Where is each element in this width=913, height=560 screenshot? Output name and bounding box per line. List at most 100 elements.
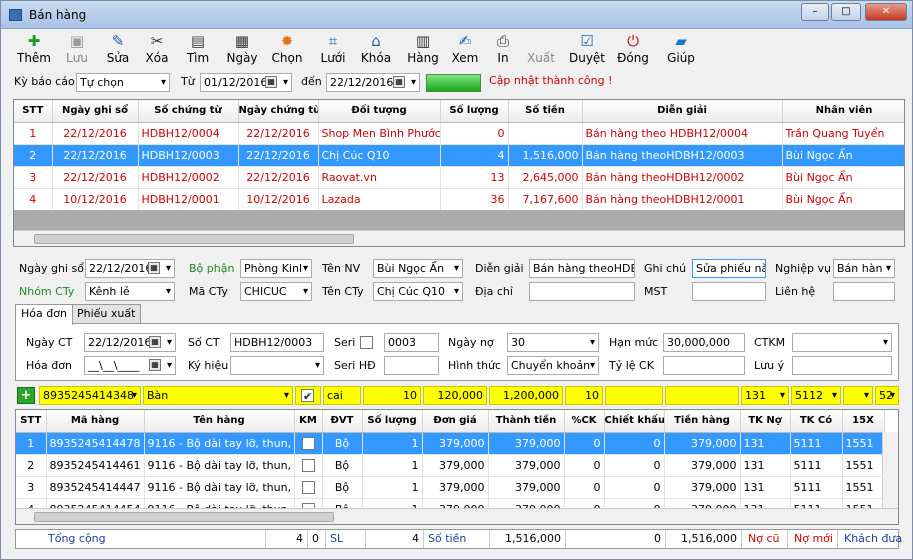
scroll-thumb[interactable]	[34, 234, 354, 244]
staff-name-select[interactable]: Bùi Ngọc Ẩn	[373, 259, 463, 278]
toolbar-tim-button[interactable]: ▤ Tìm	[179, 32, 217, 68]
table-row[interactable]: 2 22/12/2016 HDBH12/0003 22/12/2016 Chị Cúc …	[14, 144, 904, 167]
table-row[interactable]: 3 22/12/2016 HDBH12/0002 22/12/2016 Raovat.v…	[14, 166, 904, 189]
add-line-icon[interactable]: +	[17, 387, 35, 404]
new-debt-button[interactable]: Nợ mới	[790, 530, 838, 548]
table-row[interactable]: 4 10/12/2016 HDBH12/0001 10/12/2016 Lazada 36…	[14, 188, 904, 211]
unit-price-input[interactable]: 120,000	[423, 386, 487, 405]
horizontal-scrollbar[interactable]	[14, 230, 904, 246]
calendar-icon[interactable]: ▦	[149, 336, 161, 348]
column-header[interactable]: Thành tiền	[488, 410, 565, 433]
calendar-icon[interactable]: ▦	[265, 76, 277, 88]
address-input[interactable]	[529, 282, 635, 301]
toolbar-luoi-button[interactable]: ⌗ Lưới	[315, 32, 351, 68]
credit-account-select[interactable]: 5112	[791, 386, 841, 405]
column-header[interactable]: %CK	[564, 410, 605, 433]
contact-input[interactable]	[833, 282, 895, 301]
toolbar-khoa-button[interactable]: ⌂ Khóa	[357, 32, 395, 68]
operation-select[interactable]: Bán hàn	[833, 259, 895, 278]
serial-checkbox[interactable]	[360, 336, 373, 349]
credit-limit-input[interactable]: 30,000,000	[663, 333, 745, 352]
column-header[interactable]: Mã hàng	[46, 410, 145, 433]
column-header[interactable]: KM	[294, 410, 323, 433]
due-days-select[interactable]: 30	[507, 333, 599, 352]
column-header[interactable]: Diễn giải	[582, 100, 783, 123]
description-input[interactable]: Bán hàng theoHDBH	[529, 259, 635, 278]
voucher-number-input[interactable]: HDBH12/0003	[230, 333, 324, 352]
table-row[interactable]: 1 22/12/2016 HDBH12/0004 22/12/2016 Shop Men…	[14, 122, 904, 145]
report-period-select[interactable]: Tự chọn	[76, 73, 170, 92]
column-header[interactable]: Số chứng từ	[138, 100, 239, 123]
remark-input[interactable]	[792, 356, 892, 375]
column-header[interactable]: TK Có	[790, 410, 843, 433]
column-header[interactable]: Đối tượng	[318, 100, 441, 123]
column-header[interactable]: STT	[14, 100, 53, 123]
old-debt-button[interactable]: Nợ cũ	[744, 530, 788, 548]
table-row[interactable]: 2 8935245414461 9116 - Bộ dài tay lỡ, thun…	[16, 454, 885, 477]
vertical-scrollbar[interactable]	[882, 432, 898, 508]
column-header[interactable]: Số tiền	[508, 100, 583, 123]
column-header[interactable]: Đơn giá	[422, 410, 489, 433]
scroll-thumb[interactable]	[34, 512, 334, 522]
promo-checkbox[interactable]	[301, 459, 315, 472]
payment-method-select[interactable]: Chuyển khoản	[507, 356, 599, 375]
promo-checkbox[interactable]	[301, 388, 314, 404]
calendar-icon[interactable]: ▦	[149, 359, 161, 371]
voucher-date-picker[interactable]: 22/12/2016 ▦	[84, 333, 176, 352]
quantity-input[interactable]: 10	[363, 386, 421, 405]
table-row[interactable]: 3 8935245414447 9116 - Bộ dài tay lỡ, thun…	[16, 476, 885, 499]
column-header[interactable]: STT	[16, 410, 47, 433]
promo-cell[interactable]	[295, 386, 321, 405]
close-button[interactable]: ✕	[865, 3, 907, 21]
table-row[interactable]: 1 8935245414478 9116 - Bộ dài tay lỡ, thun…	[16, 432, 885, 455]
toolbar-hang-button[interactable]: ▥ Hàng	[403, 32, 443, 68]
column-header[interactable]: 15X	[842, 410, 885, 433]
toolbar-xoa-button[interactable]: ✂ Xóa	[141, 32, 173, 68]
col15-select[interactable]: 52	[875, 386, 899, 405]
to-date-picker[interactable]: 22/12/2016 ▦	[326, 73, 420, 92]
column-header[interactable]: ĐVT	[322, 410, 363, 433]
toolbar-xuat-button[interactable]: Xuất	[523, 32, 559, 68]
toolbar-dong-button[interactable]: ⏻ Đóng	[615, 32, 651, 68]
discount-percent-input[interactable]: 10	[565, 386, 603, 405]
toolbar-sua-button[interactable]: ✎ Sửa	[101, 32, 135, 68]
company-code-select[interactable]: CHICUC	[240, 282, 312, 301]
toolbar-them-button[interactable]: ✚ Thêm	[15, 32, 53, 68]
extra-account-select[interactable]	[843, 386, 873, 405]
toolbar-luu-button[interactable]: ▣ Lưu	[59, 32, 95, 68]
customer-paid-button[interactable]: Khách đưa	[840, 530, 902, 548]
column-header[interactable]: TK Nợ	[740, 410, 791, 433]
column-header[interactable]: Ngày chứng từ	[238, 100, 319, 123]
note-input[interactable]: Sửa phiếu này	[692, 259, 766, 278]
unit-input[interactable]: cai	[323, 386, 361, 405]
column-header[interactable]: Ngày ghi sổ	[52, 100, 139, 123]
maximize-button[interactable]: □	[831, 3, 861, 21]
column-header[interactable]: Nhân viên	[782, 100, 904, 123]
toolbar-chon-button[interactable]: ✹ Chọn	[267, 32, 307, 68]
discount-rate-input[interactable]	[663, 356, 745, 375]
horizontal-scrollbar[interactable]	[16, 508, 898, 524]
column-header[interactable]: Số lượng	[440, 100, 509, 123]
toolbar-xem-button[interactable]: ✍ Xem	[449, 32, 481, 68]
minimize-button[interactable]: –	[801, 3, 829, 21]
promo-checkbox[interactable]	[301, 481, 315, 494]
item-name-select[interactable]: Bàn	[143, 386, 293, 405]
net-amount-input[interactable]	[665, 386, 739, 405]
tab-delivery-note[interactable]: Phiếu xuất	[71, 304, 142, 324]
debit-account-select[interactable]: 131	[741, 386, 789, 405]
toolbar-duyet-button[interactable]: ☑ Duyệt	[567, 32, 607, 68]
company-group-select[interactable]: Kênh lẻ	[85, 282, 175, 301]
toolbar-ngay-button[interactable]: ▦ Ngày	[223, 32, 261, 68]
posting-date-picker[interactable]: 22/12/2016 ▦	[85, 259, 175, 278]
tax-code-input[interactable]	[692, 282, 766, 301]
invoice-date-picker[interactable]: __\__\____ ▦	[84, 356, 176, 375]
promo-checkbox[interactable]	[301, 437, 315, 450]
calendar-icon[interactable]: ▦	[148, 262, 160, 274]
calendar-icon[interactable]: ▦	[393, 76, 405, 88]
tab-invoice[interactable]: Hóa đơn	[15, 304, 73, 325]
serial-input[interactable]: 0003	[384, 333, 439, 352]
discount-amount-input[interactable]	[605, 386, 663, 405]
department-select[interactable]: Phòng Kinl	[240, 259, 312, 278]
column-header[interactable]: Tên hàng	[144, 410, 295, 433]
toolbar-in-button[interactable]: ⎙ In	[491, 32, 515, 68]
